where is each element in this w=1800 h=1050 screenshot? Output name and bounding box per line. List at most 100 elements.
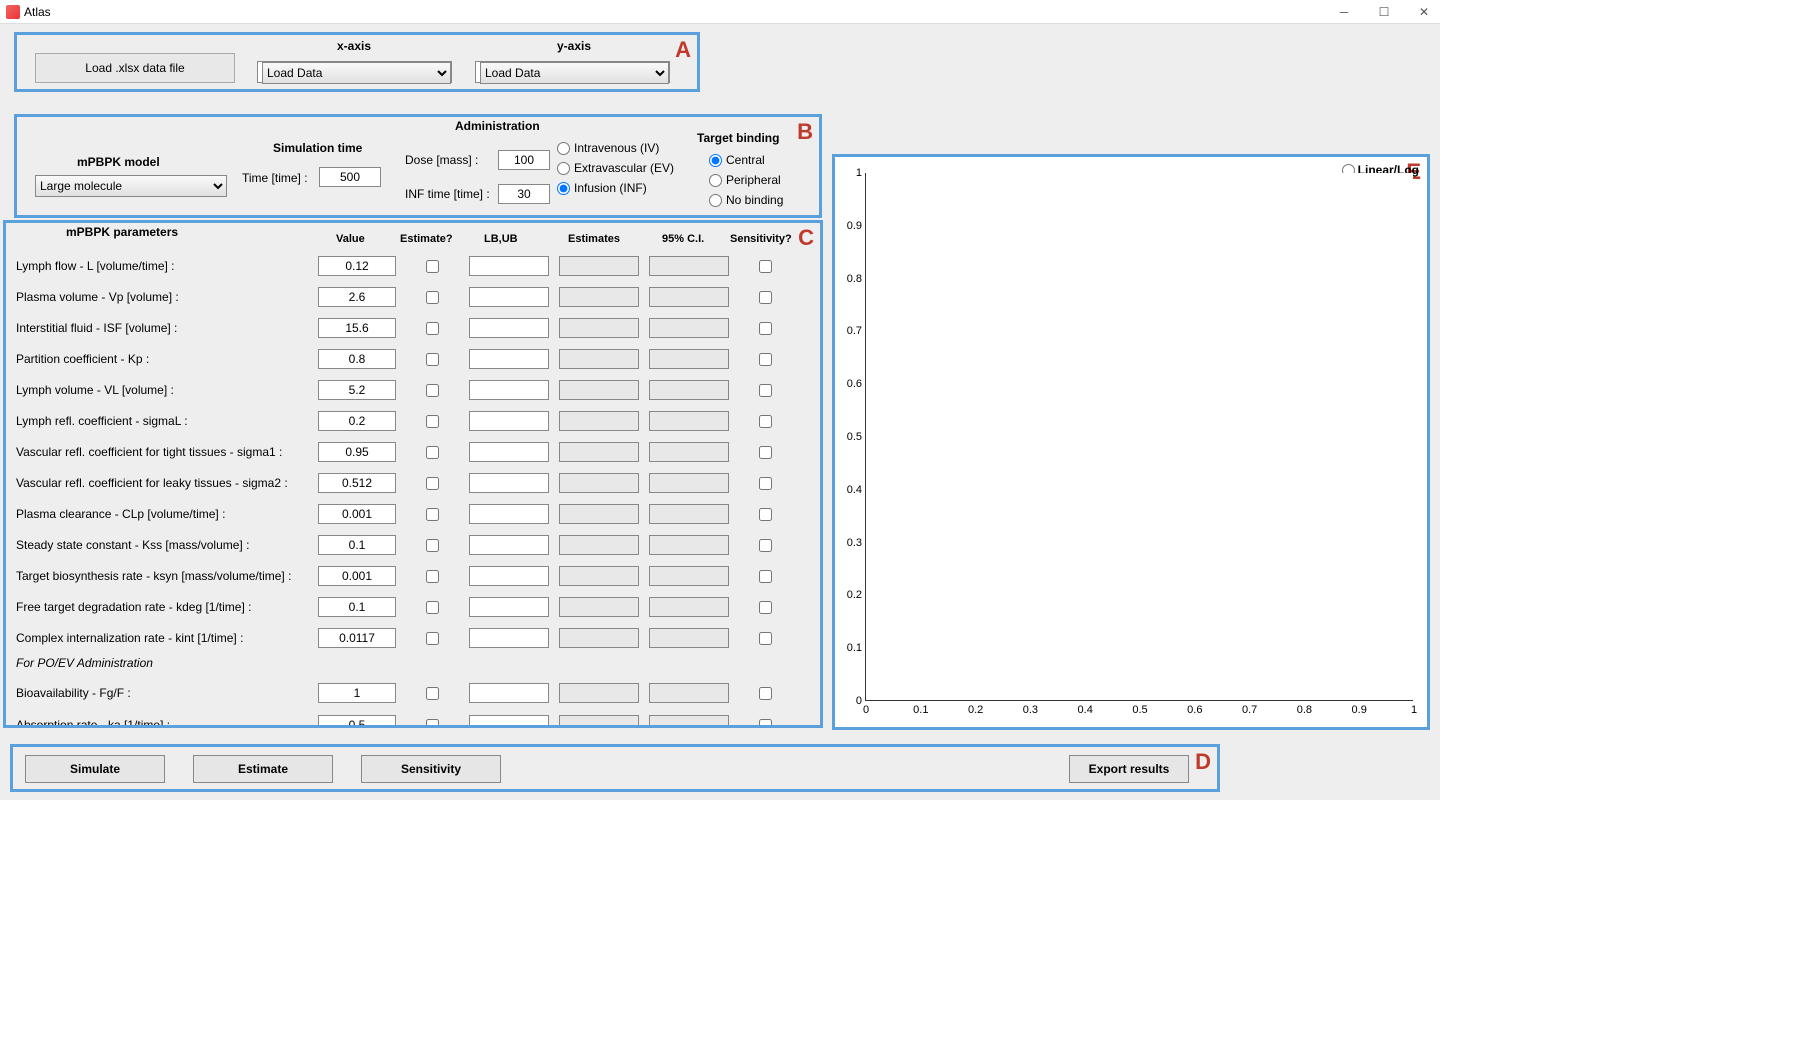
param-sensitivity-checkbox[interactable] (759, 291, 772, 304)
param-ci-display (649, 287, 729, 307)
param-lbub-input[interactable] (469, 380, 549, 400)
x-tick-label: 0.3 (1023, 704, 1038, 716)
param-lbub-input[interactable] (469, 349, 549, 369)
param-estimate-checkbox[interactable] (426, 601, 439, 614)
param-value-input[interactable] (318, 715, 396, 728)
window-close-button[interactable]: ✕ (1414, 5, 1434, 19)
param-value-input[interactable] (318, 256, 396, 276)
col-sensitivity: Sensitivity? (730, 233, 792, 245)
simulation-time-input[interactable] (319, 167, 381, 187)
param-estimate-checkbox[interactable] (426, 508, 439, 521)
param-estimate-checkbox[interactable] (426, 570, 439, 583)
param-lbub-input[interactable] (469, 411, 549, 431)
param-sensitivity-checkbox[interactable] (759, 687, 772, 700)
param-sensitivity-checkbox[interactable] (759, 601, 772, 614)
param-value-input[interactable] (318, 535, 396, 555)
param-value-input[interactable] (318, 349, 396, 369)
param-sensitivity-checkbox[interactable] (759, 415, 772, 428)
param-value-input[interactable] (318, 473, 396, 493)
param-estimate-checkbox[interactable] (426, 687, 439, 700)
y-tick-label: 0.8 (847, 273, 866, 285)
param-sensitivity-checkbox[interactable] (759, 477, 772, 490)
param-estimate-checkbox[interactable] (426, 477, 439, 490)
param-estimate-checkbox[interactable] (426, 260, 439, 273)
param-label: Bioavailability - Fg/F : (16, 686, 318, 700)
param-lbub-input[interactable] (469, 318, 549, 338)
poev-header: For PO/EV Administration (16, 656, 153, 670)
param-value-input[interactable] (318, 504, 396, 524)
window-maximize-button[interactable]: ☐ (1374, 5, 1394, 19)
param-sensitivity-checkbox[interactable] (759, 508, 772, 521)
param-sensitivity-checkbox[interactable] (759, 353, 772, 366)
load-data-button[interactable]: Load .xlsx data file (35, 53, 235, 83)
param-value-input[interactable] (318, 683, 396, 703)
param-lbub-input[interactable] (469, 256, 549, 276)
estimate-button[interactable]: Estimate (193, 755, 333, 783)
admin-inf-radio[interactable]: Infusion (INF) (557, 181, 647, 195)
param-estimate-checkbox[interactable] (426, 415, 439, 428)
param-estimate-checkbox[interactable] (426, 291, 439, 304)
param-lbub-input[interactable] (469, 715, 549, 728)
param-value-input[interactable] (318, 411, 396, 431)
admin-iv-radio[interactable]: Intravenous (IV) (557, 141, 659, 155)
yaxis-select[interactable]: Load Data (480, 62, 669, 84)
x-tick-label: 0.4 (1078, 704, 1093, 716)
param-value-input[interactable] (318, 597, 396, 617)
sensitivity-button[interactable]: Sensitivity (361, 755, 501, 783)
param-sensitivity-checkbox[interactable] (759, 539, 772, 552)
param-lbub-input[interactable] (469, 442, 549, 462)
param-lbub-input[interactable] (469, 683, 549, 703)
param-sensitivity-checkbox[interactable] (759, 384, 772, 397)
param-lbub-input[interactable] (469, 566, 549, 586)
param-estimate-checkbox[interactable] (426, 632, 439, 645)
param-lbub-input[interactable] (469, 473, 549, 493)
y-tick-label: 0.4 (847, 484, 866, 496)
target-peripheral-radio[interactable]: Peripheral (709, 173, 781, 187)
param-estimate-checkbox[interactable] (426, 719, 439, 729)
target-nobinding-radio[interactable]: No binding (709, 193, 783, 207)
mpbpk-model-select[interactable]: Large molecule (35, 175, 227, 197)
param-lbub-input[interactable] (469, 535, 549, 555)
param-estimate-checkbox[interactable] (426, 539, 439, 552)
param-lbub-input[interactable] (469, 504, 549, 524)
param-value-input[interactable] (318, 287, 396, 307)
param-label: Lymph volume - VL [volume] : (16, 383, 318, 397)
param-value-input[interactable] (318, 628, 396, 648)
param-sensitivity-checkbox[interactable] (759, 446, 772, 459)
admin-ev-radio[interactable]: Extravascular (EV) (557, 161, 674, 175)
param-row: Lymph refl. coefficient - sigmaL : (16, 408, 816, 434)
param-estimate-checkbox[interactable] (426, 353, 439, 366)
export-results-button[interactable]: Export results (1069, 755, 1189, 783)
param-value-input[interactable] (318, 566, 396, 586)
param-lbub-input[interactable] (469, 628, 549, 648)
param-sensitivity-checkbox[interactable] (759, 719, 772, 729)
x-tick-label: 0.5 (1132, 704, 1147, 716)
param-estimate-checkbox[interactable] (426, 384, 439, 397)
xaxis-select[interactable]: Load Data (262, 62, 451, 84)
inf-time-input[interactable] (498, 184, 550, 204)
param-sensitivity-checkbox[interactable] (759, 322, 772, 335)
param-lbub-input[interactable] (469, 287, 549, 307)
param-value-input[interactable] (318, 380, 396, 400)
mpbpk-model-title: mPBPK model (77, 155, 160, 169)
panel-tag-d: D (1195, 749, 1211, 775)
param-estimate-checkbox[interactable] (426, 322, 439, 335)
window-minimize-button[interactable]: ─ (1334, 5, 1354, 19)
param-lbub-input[interactable] (469, 597, 549, 617)
param-sensitivity-checkbox[interactable] (759, 632, 772, 645)
param-row: Lymph volume - VL [volume] : (16, 377, 816, 403)
param-estimate-checkbox[interactable] (426, 446, 439, 459)
param-label: Free target degradation rate - kdeg [1/t… (16, 600, 318, 614)
simulation-time-title: Simulation time (273, 141, 362, 155)
param-sensitivity-checkbox[interactable] (759, 260, 772, 273)
param-value-input[interactable] (318, 442, 396, 462)
param-label: Plasma clearance - CLp [volume/time] : (16, 507, 318, 521)
simulate-button[interactable]: Simulate (25, 755, 165, 783)
dose-input[interactable] (498, 150, 550, 170)
panel-tag-b: B (797, 119, 813, 145)
param-row: Bioavailability - Fg/F : (16, 680, 816, 706)
param-value-input[interactable] (318, 318, 396, 338)
param-ci-display (649, 504, 729, 524)
param-sensitivity-checkbox[interactable] (759, 570, 772, 583)
target-central-radio[interactable]: Central (709, 153, 765, 167)
